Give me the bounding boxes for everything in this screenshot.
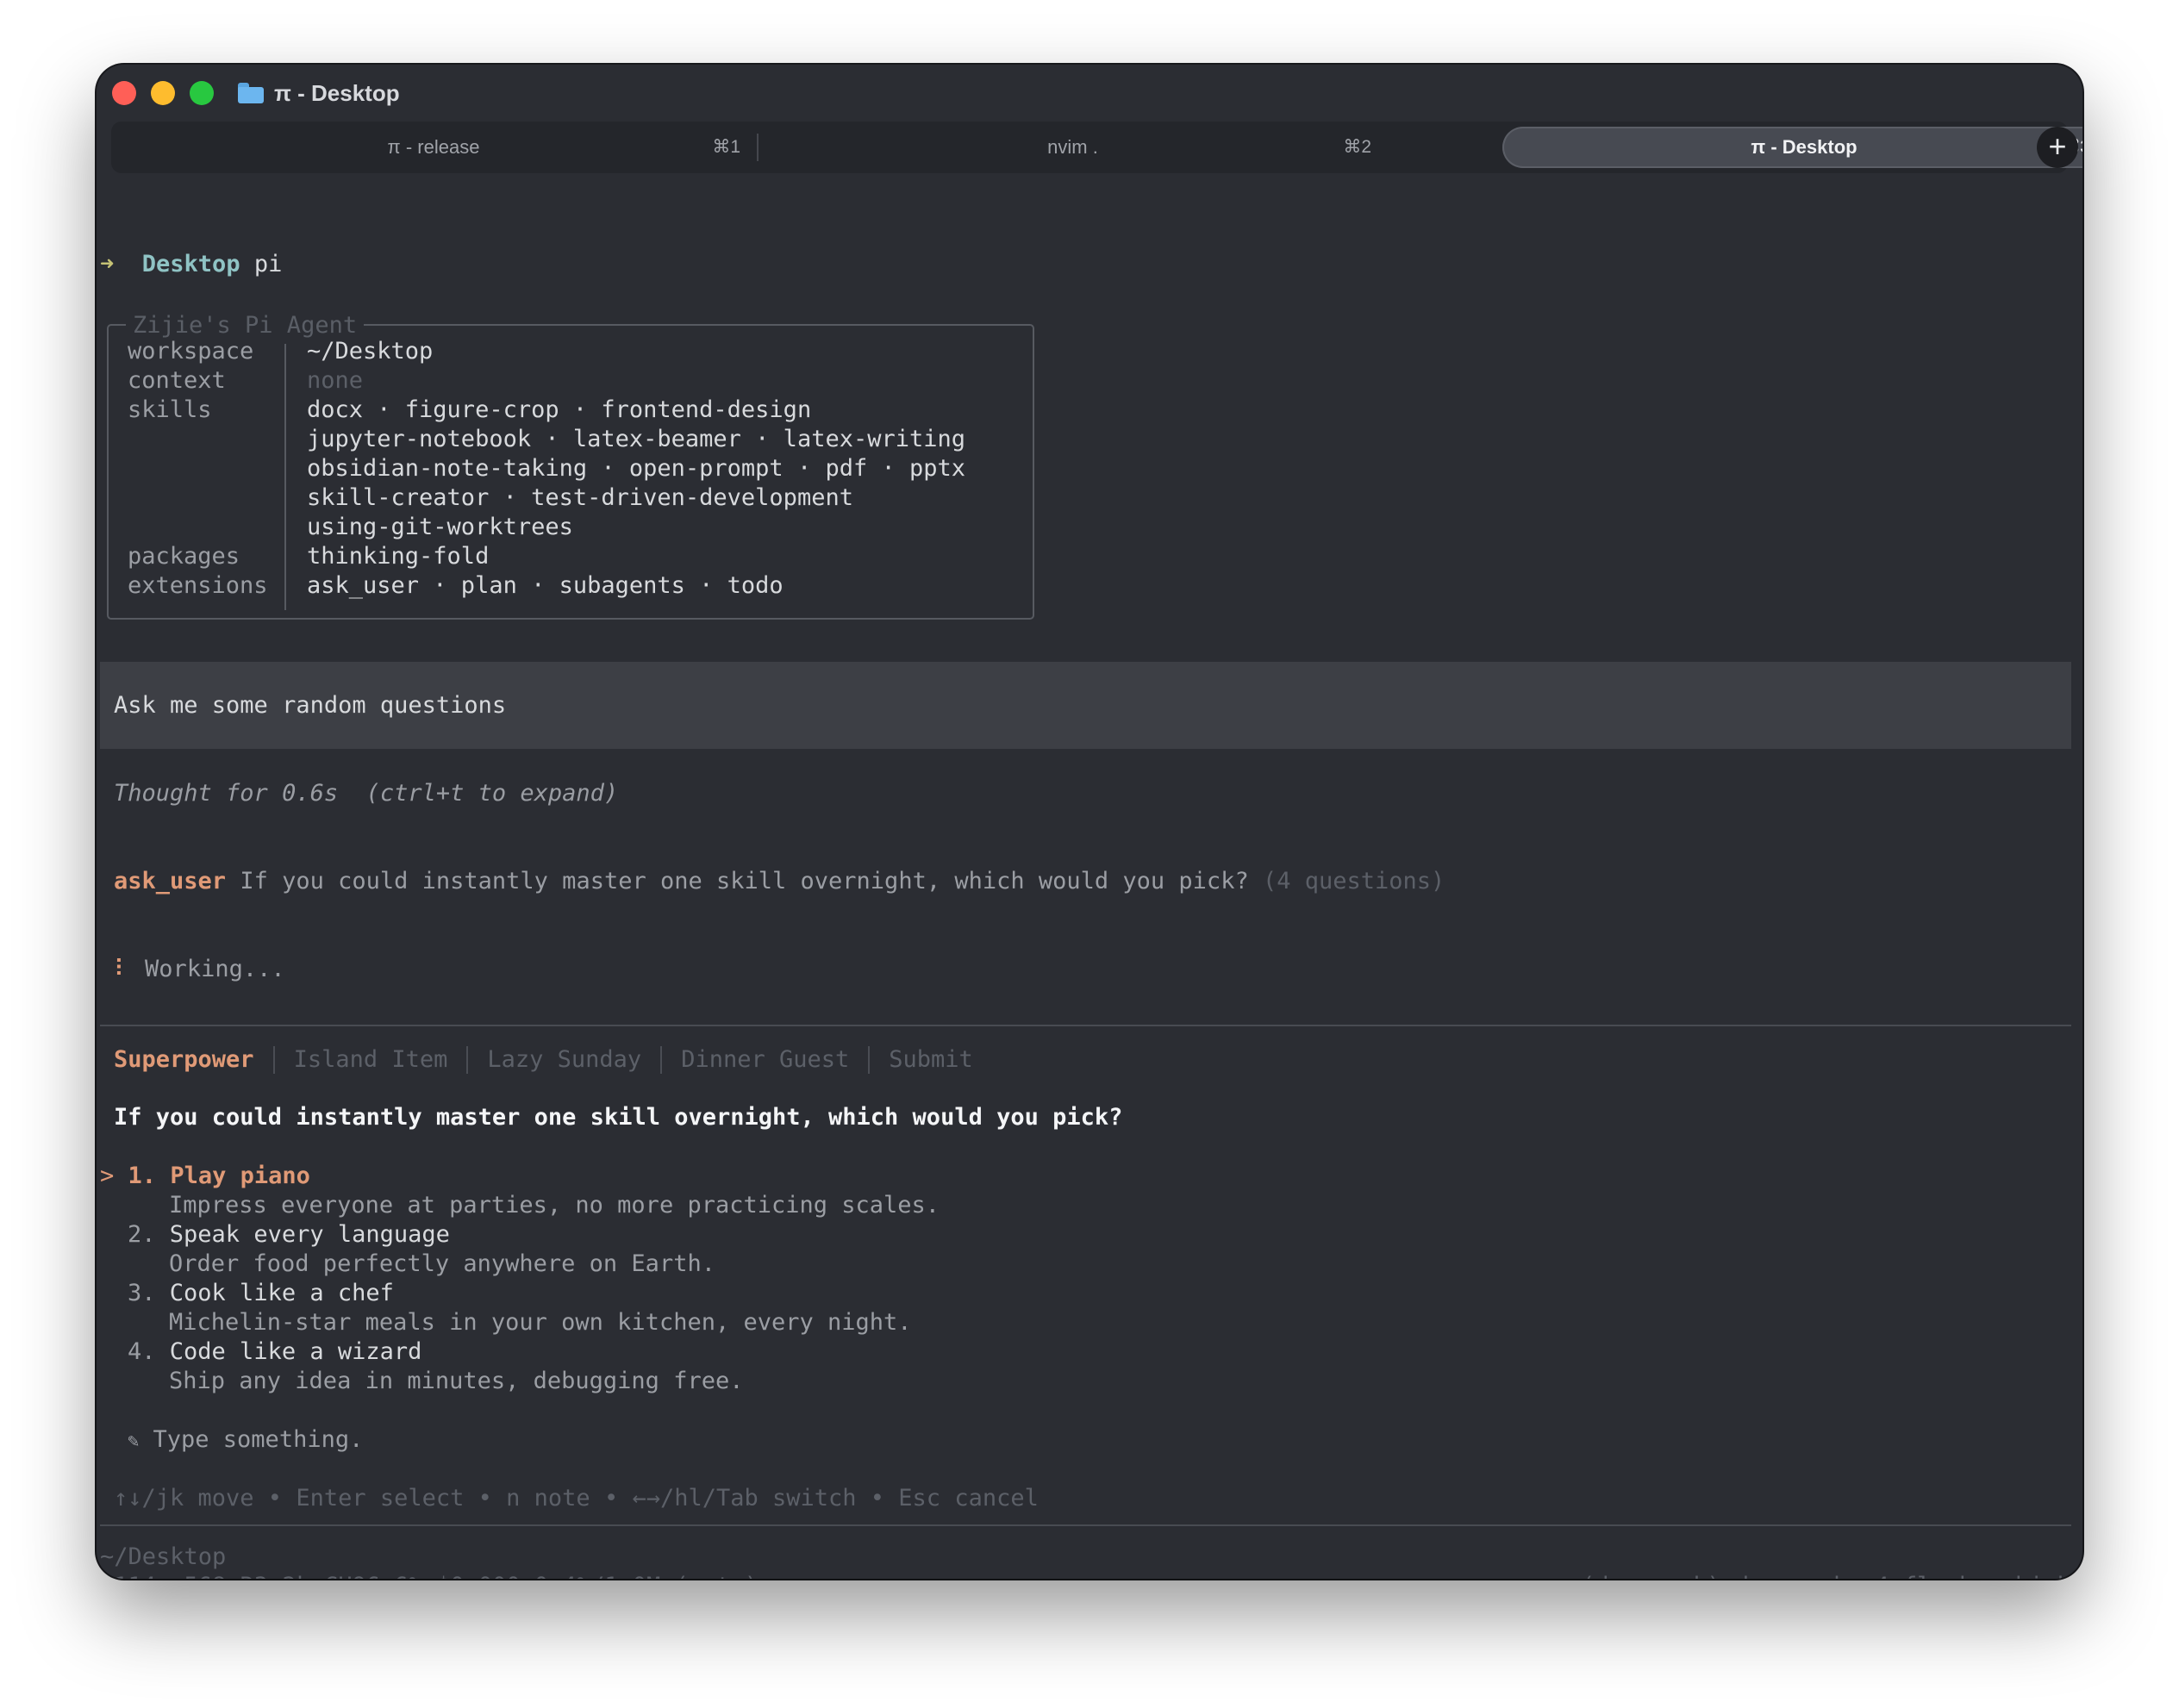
option-description: Michelin-star meals in your own kitchen,…	[169, 1309, 912, 1336]
option-label: Code like a wizard	[169, 1338, 422, 1365]
info-key: packages	[128, 543, 240, 570]
thought-indicator[interactable]: Thought for 0.6s (ctrl+t to expand)	[114, 779, 618, 808]
agent-info-divider	[284, 344, 286, 610]
question-tab-island-item[interactable]: Island Item	[294, 1045, 448, 1075]
terminal-window: π - Desktop π - release ⌘1 nvim . ⌘2 π -…	[97, 65, 2082, 1579]
info-key: workspace	[128, 338, 254, 365]
info-value-skills: using-git-worktrees	[307, 514, 573, 540]
tool-call-count: (4 questions)	[1262, 868, 1445, 895]
option-code-like-a-wizard[interactable]: 4. Code like a wizard	[128, 1337, 421, 1367]
option-number: 1.	[128, 1163, 157, 1189]
option-number: 3.	[128, 1280, 156, 1306]
footer-path: ~/Desktop	[100, 1543, 227, 1570]
new-tab-button[interactable]: +	[2037, 127, 2078, 168]
info-value-extensions: ask_user · plan · subagents · todo	[307, 572, 784, 599]
question-tab-lazy-sunday[interactable]: Lazy Sunday	[487, 1045, 641, 1075]
prompt-arrow-icon: ➜	[100, 251, 115, 277]
option-number: 2.	[128, 1221, 156, 1248]
tab-desktop[interactable]: π - Desktop ⌘3	[1502, 127, 2082, 168]
note-input[interactable]: ✎ Type something.	[128, 1425, 363, 1455]
keyboard-help: ↑↓/jk move • Enter select • n note • ←→/…	[114, 1485, 1039, 1512]
prompt-directory: Desktop	[141, 251, 240, 277]
info-key: skills	[128, 396, 212, 423]
terminal-content[interactable]: ➜ Desktop pi Zijie's Pi Agent workspace …	[97, 173, 2082, 1579]
tab-label: π - release	[387, 136, 480, 158]
info-value-skills: jupyter-notebook · latex-beamer · latex-…	[307, 426, 966, 452]
info-value-context: none	[307, 367, 364, 394]
window-title: π - Desktop	[238, 78, 400, 109]
agent-info-title: Zijie's Pi Agent	[126, 311, 365, 340]
option-play-piano[interactable]: > 1. Play piano	[100, 1162, 310, 1191]
option-label: Play piano	[170, 1163, 310, 1189]
option-number: 4.	[128, 1338, 156, 1365]
info-value-skills: skill-creator · test-driven-development	[307, 484, 853, 511]
working-text: Working...	[145, 956, 285, 982]
question-tab-separator	[868, 1046, 871, 1074]
question-tab-dinner-guest[interactable]: Dinner Guest	[681, 1045, 849, 1075]
info-key: extensions	[128, 572, 268, 599]
minimize-window-button[interactable]	[151, 81, 175, 105]
option-speak-every-language[interactable]: 2. Speak every language	[128, 1220, 450, 1250]
tab-bar: π - release ⌘1 nvim . ⌘2 π - Desktop ⌘3 …	[111, 122, 2082, 173]
option-label: Speak every language	[169, 1221, 450, 1248]
tab-nvim[interactable]: nvim . ⌘2	[759, 127, 1387, 168]
tab-shortcut: ⌘2	[1343, 137, 1371, 157]
title-bar: π - Desktop	[97, 65, 2082, 122]
spinner-icon: ⠇	[114, 956, 131, 982]
info-value-packages: thinking-fold	[307, 543, 490, 570]
info-value-skills: docx · figure-crop · frontend-design	[307, 396, 812, 423]
question-tab-separator	[466, 1046, 469, 1074]
tool-call-text: If you could instantly master one skill …	[240, 868, 1249, 895]
pencil-icon: ✎	[128, 1431, 140, 1452]
selection-cursor-icon: >	[100, 1163, 115, 1189]
folder-icon	[238, 83, 264, 103]
option-description: Ship any idea in minutes, debugging free…	[169, 1368, 744, 1394]
option-description: Impress everyone at parties, no more pra…	[169, 1192, 940, 1219]
user-message: Ask me some random questions	[114, 692, 507, 719]
footer-stats: ↑114 ↓568 R3.2k CH96.6% $0.000 0.4%/1.0M…	[100, 1572, 759, 1579]
tool-call-name: ask_user	[114, 868, 227, 895]
plus-icon: +	[2048, 128, 2067, 164]
shell-prompt: ➜ Desktop pi	[100, 250, 282, 279]
info-value-skills: obsidian-note-taking · open-prompt · pdf…	[307, 455, 966, 482]
tab-label: π - Desktop	[1751, 136, 1857, 158]
tab-release[interactable]: π - release ⌘1	[111, 127, 756, 168]
window-title-text: π - Desktop	[274, 79, 400, 106]
question-tab-superpower[interactable]: Superpower	[114, 1045, 254, 1075]
tool-call-line: ask_user If you could instantly master o…	[114, 867, 1445, 896]
prompt-command: pi	[253, 251, 283, 277]
question-tab-submit[interactable]: Submit	[889, 1045, 973, 1075]
question-tab-separator	[272, 1046, 275, 1074]
tab-label: nvim .	[1047, 136, 1098, 158]
footer-model: (deepseek) deepseek-v4-flash • high	[1581, 1572, 2071, 1579]
zoom-window-button[interactable]	[190, 81, 214, 105]
info-value-workspace: ~/Desktop	[307, 338, 434, 365]
question-tabs: Superpower Island Item Lazy Sunday Dinne…	[114, 1044, 973, 1075]
info-key: context	[128, 367, 226, 394]
divider-top	[100, 1025, 2071, 1026]
question-text: If you could instantly master one skill …	[114, 1104, 1123, 1131]
option-description: Order food perfectly anywhere on Earth.	[169, 1250, 715, 1277]
option-cook-like-a-chef[interactable]: 3. Cook like a chef	[128, 1279, 394, 1308]
divider-bottom	[100, 1524, 2071, 1526]
note-placeholder: Type something.	[153, 1426, 364, 1453]
close-window-button[interactable]	[112, 81, 136, 105]
option-label: Cook like a chef	[169, 1280, 394, 1306]
question-tab-separator	[660, 1046, 663, 1074]
working-status: ⠇ Working...	[114, 955, 285, 984]
tab-shortcut: ⌘1	[712, 137, 740, 157]
